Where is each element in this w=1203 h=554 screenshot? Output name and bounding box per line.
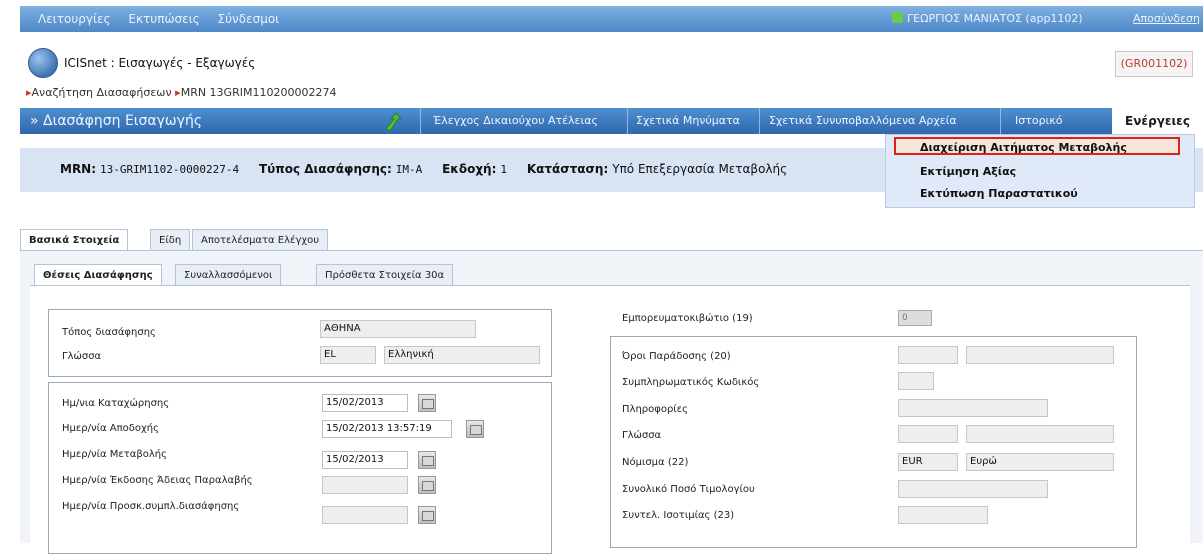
- declaration-nav-bar: » Διασάφηση Εισαγωγής Έλεγχος Δικαιούχου…: [20, 108, 1203, 134]
- delivery-terms-label: Όροι Παράδοσης (20): [622, 351, 731, 362]
- breadcrumb: ▸Αναζήτηση Διασαφήσεων ▸MRN 13GRIM110200…: [26, 86, 336, 99]
- calendar-icon[interactable]: [418, 394, 436, 412]
- permit-date-field[interactable]: [322, 476, 408, 494]
- information-label: Πληροφορίες: [622, 404, 688, 415]
- user-info: ΓΕΩΡΓΙΟΣ ΜΑΝΙΑΤΟΣ (app1102): [892, 12, 1083, 25]
- right-language-code-field[interactable]: [898, 425, 958, 443]
- tab-related-messages[interactable]: Σχετικά Μηνύματα: [636, 114, 740, 127]
- calendar-icon[interactable]: [418, 451, 436, 469]
- mrn-label: MRN:: [60, 162, 97, 176]
- right-language-name-field[interactable]: [966, 425, 1114, 443]
- currency-label: Νόμισμα (22): [622, 457, 689, 468]
- calendar-icon[interactable]: [466, 420, 484, 438]
- information-field[interactable]: [898, 399, 1048, 417]
- tab-traders[interactable]: Συναλλασσόμενοι: [175, 264, 282, 286]
- invoice-total-label: Συνολικό Ποσό Τιμολογίου: [622, 484, 755, 495]
- tab-declaration-positions[interactable]: Θέσεις Διασάφησης: [34, 264, 162, 286]
- logout-link[interactable]: Αποσύνδεση: [1133, 12, 1200, 25]
- container-select[interactable]: 0: [898, 310, 932, 326]
- menu-functions[interactable]: Λειτουργίες: [38, 12, 111, 26]
- declaration-type-label: Τύπος Διασάφησης:: [258, 162, 392, 176]
- tab-history[interactable]: Ιστορικό: [1015, 114, 1063, 127]
- exchange-rate-field[interactable]: [898, 506, 988, 524]
- tab-duty-free-check[interactable]: Έλεγχος Δικαιούχου Ατέλειας: [433, 114, 598, 127]
- menu-item-change-request[interactable]: Διαχείριση Αιτήματος Μεταβολής: [894, 137, 1180, 155]
- green-up-arrow-icon[interactable]: [382, 111, 404, 133]
- user-icon: [892, 12, 903, 23]
- permit-date-label: Ημερ/νία Έκδοσης Άδειας Παραλαβής: [62, 475, 253, 486]
- right-language-label: Γλώσσα: [622, 430, 662, 441]
- version-value: 1: [500, 163, 508, 176]
- currency-code-field[interactable]: EUR: [898, 453, 958, 471]
- language-code-field: EL: [320, 346, 376, 364]
- menu-item-value-estimate[interactable]: Εκτίμηση Αξίας: [920, 165, 1016, 178]
- page-title: » Διασάφηση Εισαγωγής: [30, 113, 203, 129]
- registration-date-field[interactable]: 15/02/2013: [322, 394, 408, 412]
- top-menu: Λειτουργίες Εκτυπώσεις Σύνδεσμοι: [38, 12, 293, 26]
- menu-item-print-document[interactable]: Εκτύπωση Παραστατικού: [920, 187, 1078, 200]
- office-code-badge: (GR001102): [1115, 51, 1193, 77]
- supplementary-date-label: Ημερ/νία Προσκ.συμπλ.διασάφησης: [62, 501, 240, 512]
- change-date-label: Ημερ/νία Μεταβολής: [62, 449, 168, 460]
- version-label: Εκδοχή:: [442, 162, 497, 176]
- status-label: Κατάσταση:: [526, 162, 609, 176]
- menu-links[interactable]: Σύνδεσμοι: [218, 12, 280, 26]
- acceptance-date-label: Ημερ/νία Αποδοχής: [62, 423, 159, 434]
- app-title: ICISnet : Εισαγωγές - Εξαγωγές: [64, 56, 256, 70]
- place-language-group: [48, 309, 552, 377]
- globe-icon: [28, 48, 58, 78]
- nav-separator: [627, 108, 628, 134]
- supplementary-date-field[interactable]: [322, 506, 408, 524]
- currency-name-field: Ευρώ: [966, 453, 1114, 471]
- supplementary-code-field[interactable]: [898, 372, 934, 390]
- menu-prints[interactable]: Εκτυπώσεις: [128, 12, 199, 26]
- tab-control-results[interactable]: Αποτελέσματα Ελέγχου: [192, 229, 329, 251]
- actions-menu-button[interactable]: Ενέργειες: [1112, 108, 1203, 134]
- delivery-terms-code-field[interactable]: [898, 346, 958, 364]
- mrn-value: 13-GRIM1102-0000227-4: [100, 163, 240, 176]
- exchange-rate-label: Συντελ. Ισοτιμίας (23): [622, 510, 735, 521]
- top-menu-bar: Λειτουργίες Εκτυπώσεις Σύνδεσμοι ΓΕΩΡΓΙΟ…: [20, 6, 1203, 32]
- declaration-type-value: IM-A: [395, 163, 423, 176]
- actions-dropdown: Διαχείριση Αιτήματος Μεταβολής Εκτίμηση …: [885, 134, 1195, 208]
- breadcrumb-mrn: MRN 13GRIM110200002274: [180, 86, 337, 99]
- registration-date-label: Ημ/νια Καταχώρησης: [62, 398, 170, 409]
- supplementary-code-label: Συμπληρωματικός Κωδικός: [622, 377, 760, 388]
- user-name: ΓΕΩΡΓΙΟΣ ΜΑΝΙΑΤΟΣ (app1102): [907, 12, 1083, 25]
- calendar-icon[interactable]: [418, 476, 436, 494]
- nav-separator: [759, 108, 760, 134]
- nav-separator: [1000, 108, 1001, 134]
- acceptance-date-field[interactable]: 15/02/2013 13:57:19: [322, 420, 452, 438]
- change-date-field[interactable]: 15/02/2013: [322, 451, 408, 469]
- tab-additional-30a[interactable]: Πρόσθετα Στοιχεία 30α: [316, 264, 454, 286]
- tab-basic-data[interactable]: Βασικά Στοιχεία: [20, 229, 129, 251]
- calendar-icon[interactable]: [418, 506, 436, 524]
- language-name-field: Ελληνική: [384, 346, 540, 364]
- place-field: ΑΘΗΝΑ: [320, 320, 476, 338]
- status-value: Υπό Επεξεργασία Μεταβολής: [612, 162, 788, 176]
- breadcrumb-search[interactable]: Αναζήτηση Διασαφήσεων: [32, 86, 172, 99]
- tab-items[interactable]: Είδη: [150, 229, 191, 251]
- language-label: Γλώσσα: [62, 351, 102, 362]
- tab-related-files[interactable]: Σχετικά Συνυποβαλλόμενα Αρχεία: [769, 114, 957, 127]
- nav-separator: [420, 108, 421, 134]
- place-label: Τόπος διασάφησης: [62, 327, 156, 338]
- delivery-terms-place-field[interactable]: [966, 346, 1114, 364]
- container-label: Εμπορευματοκιβώτιο (19): [622, 313, 753, 324]
- invoice-total-field[interactable]: [898, 480, 1048, 498]
